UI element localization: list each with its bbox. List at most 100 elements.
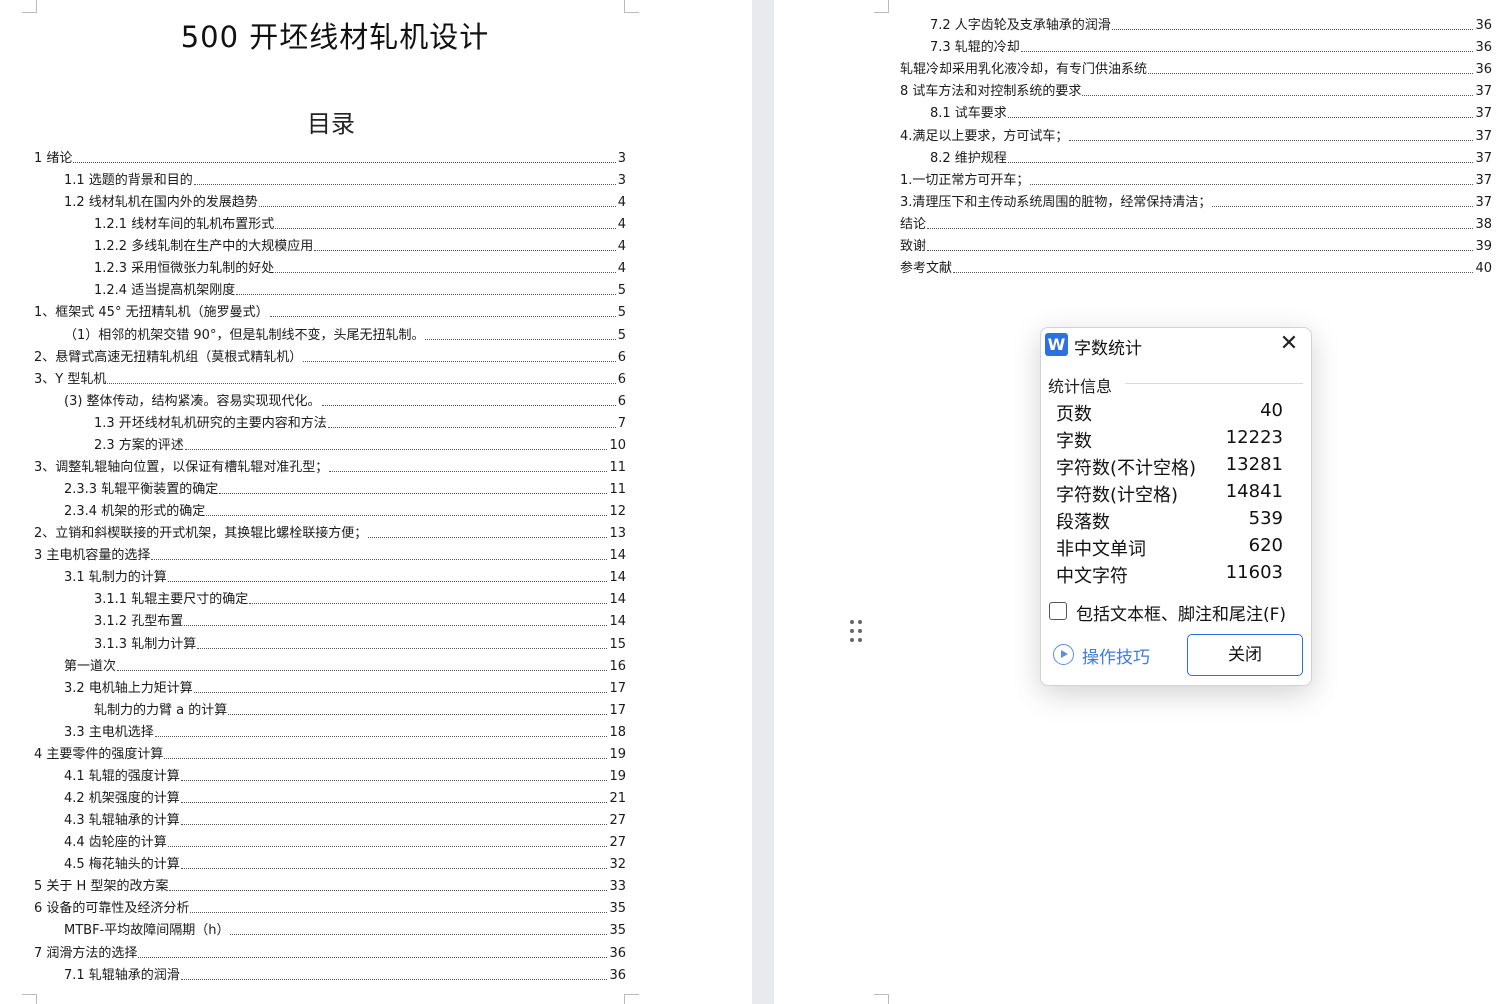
toc-entry[interactable]: 5 关于 H 型架的改方案 33 — [34, 873, 626, 895]
toc-entry-text: 3、Y 型轧机 — [34, 371, 107, 387]
toc-entry[interactable]: 3.清理压下和主传动系统周围的脏物，经常保持清洁； 37 — [900, 189, 1492, 211]
toc-leader-dots — [258, 206, 616, 208]
document-page-left: 500 开坯线材轧机设计 目录 1 绪论 3 1.1 选题的背景和目的 3 1.2 线材… — [0, 0, 752, 1004]
toc-entry[interactable]: 1.1 选题的背景和目的 3 — [64, 167, 626, 189]
toc-entry-page: 4 — [617, 261, 626, 277]
toc-entry[interactable]: 3.1.1 轧辊主要尺寸的确定 14 — [94, 586, 626, 608]
toc-entry[interactable]: 1.3 开坯线材轧机研究的主要内容和方法 7 — [94, 410, 626, 432]
drag-handle-icon[interactable] — [850, 620, 864, 644]
checkbox-label[interactable]: 包括文本框、脚注和尾注(F) — [1076, 600, 1286, 625]
toc-leader-dots — [327, 426, 616, 428]
toc-entry-text: 3.1.3 轧制力计算 — [94, 636, 197, 652]
toc-entry[interactable]: 4 主要零件的强度计算 19 — [34, 741, 626, 763]
toc-entry[interactable]: 2.3 方案的评述 10 — [94, 432, 626, 454]
toc-entry-page: 17 — [609, 680, 626, 696]
toc-entry[interactable]: 参考文献 40 — [900, 255, 1492, 277]
dialog-titlebar[interactable]: W 字数统计 ✕ — [1041, 328, 1311, 364]
toc-entry[interactable]: 3.3 主电机选择 18 — [64, 719, 626, 741]
toc-entry[interactable]: 2、立销和斜楔联接的开式机架，其换辊比螺栓联接方便； 13 — [34, 520, 626, 542]
toc-entry-page: 5 — [617, 327, 626, 343]
toc-entry[interactable]: 4.5 梅花轴头的计算 32 — [64, 851, 626, 873]
toc-entry-page: 3 — [617, 151, 626, 166]
toc-entry[interactable]: 结论 38 — [900, 211, 1492, 233]
toc-entry-page: 14 — [609, 592, 626, 608]
toc-leader-dots — [107, 382, 616, 384]
toc-entry[interactable]: 4.3 轧辊轴承的计算 27 — [64, 807, 626, 829]
stat-label: 非中文单词 — [1056, 539, 1146, 560]
toc-entry[interactable]: 6 设备的可靠性及经济分析 35 — [34, 895, 626, 917]
toc-entry[interactable]: 1.2.2 多线轧制在生产中的大规模应用 4 — [94, 233, 626, 255]
toc-entry[interactable]: 3 主电机容量的选择 14 — [34, 542, 626, 564]
toc-entry[interactable]: 3、调整轧辊轴向位置，以保证有槽轧辊对准孔型； 11 — [34, 454, 626, 476]
toc-entry-text: 3.3 主电机选择 — [64, 724, 154, 740]
toc-leader-dots — [275, 272, 616, 274]
toc-entry-text: 2.3 方案的评述 — [94, 437, 184, 453]
toc-entry[interactable]: 3.1.2 孔型布置 14 — [94, 608, 626, 630]
toc-entry[interactable]: 7.2 人字齿轮及支承轴承的润滑 36 — [930, 12, 1492, 34]
toc-entry[interactable]: 第一道次 16 — [64, 653, 626, 675]
toc-entry[interactable]: 1.2 线材轧机在国内外的发展趋势 4 — [64, 189, 626, 211]
toc-entry[interactable]: (3) 整体传动，结构紧凑。容易实现现代化。 6 — [64, 388, 626, 410]
toc-entry-page: 40 — [1475, 261, 1492, 277]
toc-entry[interactable]: 3.1 轧制力的计算 14 — [64, 564, 626, 586]
toc-entry[interactable]: 轧辊冷却采用乳化液冷却，有专门供油系统 36 — [900, 56, 1492, 78]
toc-entry-page: 35 — [609, 923, 626, 939]
toc-entry-page: 3 — [617, 173, 626, 189]
toc-heading: 目录 — [307, 110, 355, 138]
close-icon[interactable]: ✕ — [1277, 332, 1301, 356]
play-circle-icon[interactable] — [1053, 644, 1074, 665]
toc-leader-dots — [190, 912, 608, 914]
toc-entry[interactable]: 7.3 轧辊的冷却 36 — [930, 34, 1492, 56]
toc-entry-page: 37 — [1475, 194, 1492, 210]
toc-entry-text: 7.2 人字齿轮及支承轴承的润滑 — [930, 18, 1111, 33]
toc-leader-dots — [1082, 95, 1474, 97]
toc-leader-dots — [230, 934, 608, 936]
toc-entry[interactable]: 7.1 轧辊轴承的润滑 36 — [64, 962, 626, 984]
toc-entry[interactable]: 3.1.3 轧制力计算 15 — [94, 631, 626, 653]
stat-row: 字符数(不计空格) 13281 — [1056, 454, 1283, 480]
toc-leader-dots — [167, 846, 608, 848]
toc-entry-page: 4 — [617, 239, 626, 255]
toc-entry[interactable]: 2、悬臂式高速无扭精轧机组（莫根式精轧机） 6 — [34, 344, 626, 366]
toc-entry[interactable]: 8.1 试车要求 37 — [930, 100, 1492, 122]
toc-entry[interactable]: 1.2.4 适当提高机架刚度 5 — [94, 277, 626, 299]
toc-entry[interactable]: 4.4 齿轮座的计算 27 — [64, 829, 626, 851]
toc-entry[interactable]: 4.2 机架强度的计算 21 — [64, 785, 626, 807]
toc-entry[interactable]: 2.3.3 轧辊平衡装置的确定 11 — [64, 476, 626, 498]
toc-entry[interactable]: （1）相邻的机架交错 90°，但是轧制线不变，头尾无扭轧制。 5 — [64, 322, 626, 344]
toc-leader-dots — [164, 757, 608, 759]
toc-entry[interactable]: 1 绪论 3 — [34, 145, 626, 167]
crop-mark — [22, 994, 37, 1004]
toc-leader-dots — [180, 978, 608, 980]
toc-entry-text: 1.2.2 多线轧制在生产中的大规模应用 — [94, 239, 314, 255]
toc-entry-text: 轧辊冷却采用乳化液冷却，有专门供油系统 — [900, 62, 1148, 78]
toc-entry[interactable]: 2.3.4 机架的形式的确定 12 — [64, 498, 626, 520]
include-textbox-checkbox[interactable] — [1049, 602, 1067, 620]
toc-entry[interactable]: 3、Y 型轧机 6 — [34, 366, 626, 388]
toc-entry[interactable]: 8 试车方法和对控制系统的要求 37 — [900, 78, 1492, 100]
toc-entry[interactable]: 1.2.3 采用恒微张力轧制的好处 4 — [94, 255, 626, 277]
toc-entry-text: 3.清理压下和主传动系统周围的脏物，经常保持清洁； — [900, 194, 1212, 210]
toc-entry[interactable]: 8.2 维护规程 37 — [930, 145, 1492, 167]
toc-entry[interactable]: 1、框架式 45° 无扭精轧机（施罗曼式） 5 — [34, 299, 626, 321]
tips-label[interactable]: 操作技巧 — [1082, 643, 1150, 668]
toc-entry[interactable]: 7 润滑方法的选择 36 — [34, 940, 626, 962]
toc-entry-page: 37 — [1475, 150, 1492, 166]
toc-entry-page: 37 — [1475, 128, 1492, 144]
close-button[interactable]: 关闭 — [1187, 634, 1303, 676]
toc-entry-page: 6 — [617, 371, 626, 387]
crop-mark — [624, 994, 639, 1004]
toc-entry-page: 33 — [609, 879, 626, 895]
toc-entry[interactable]: 1.一切正常方可开车； 37 — [900, 167, 1492, 189]
toc-entry[interactable]: 1.2.1 线材车间的轧机布置形式 4 — [94, 211, 626, 233]
toc-entry-page: 11 — [609, 482, 626, 498]
toc-entry[interactable]: 3.2 电机轴上力矩计算 17 — [64, 675, 626, 697]
toc-entry-page: 10 — [609, 437, 626, 453]
toc-entry[interactable]: 致谢 39 — [900, 233, 1492, 255]
toc-entry-page: 37 — [1475, 106, 1492, 122]
toc-entry[interactable]: MTBF-平均故障间隔期（h） 35 — [64, 917, 626, 939]
toc-entry[interactable]: 4.满足以上要求，方可试车； 37 — [900, 123, 1492, 145]
toc-entry[interactable]: 4.1 轧辊的强度计算 19 — [64, 763, 626, 785]
toc-leader-dots — [269, 316, 616, 318]
toc-entry[interactable]: 轧制力的力臂 a 的计算 17 — [94, 697, 626, 719]
